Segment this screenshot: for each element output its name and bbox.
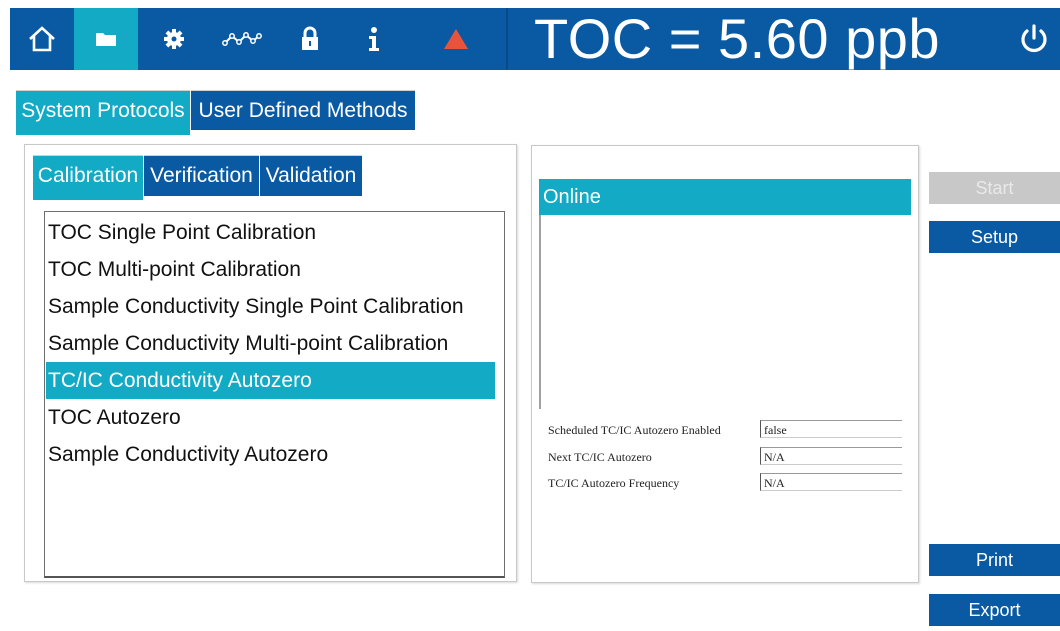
toc-readout-area: TOC = 5.60 ppb — [506, 8, 1060, 70]
home-icon — [29, 26, 55, 52]
lock-button[interactable] — [278, 8, 342, 70]
tab-underline — [16, 130, 190, 135]
property-value[interactable]: N/A — [760, 447, 902, 465]
tab-calibration[interactable]: Calibration — [33, 155, 143, 196]
list-item[interactable]: Sample Conductivity Multi-point Calibrat… — [46, 325, 495, 362]
toc-readout: TOC = 5.60 ppb — [534, 7, 940, 70]
info-button[interactable] — [342, 8, 406, 70]
settings-button[interactable] — [142, 8, 206, 70]
home-button[interactable] — [10, 8, 74, 70]
alarm-icon — [444, 29, 468, 49]
list-item[interactable]: TOC Single Point Calibration — [46, 214, 495, 251]
export-button[interactable]: Export — [929, 594, 1060, 626]
alarm-button[interactable] — [424, 8, 488, 70]
trend-icon — [222, 32, 262, 46]
property-value[interactable]: false — [760, 420, 902, 438]
tab-system-protocols[interactable]: System Protocols — [16, 90, 190, 130]
top-bar: TOC = 5.60 ppb — [10, 8, 1060, 70]
mode-list-border — [539, 215, 541, 409]
gear-icon — [164, 29, 184, 49]
mode-header[interactable]: Online — [539, 179, 911, 215]
print-button[interactable]: Print — [929, 544, 1060, 576]
list-item[interactable]: TOC Autozero — [46, 399, 495, 436]
tab-validation[interactable]: Validation — [260, 155, 362, 196]
folder-icon — [96, 33, 116, 46]
tab-user-defined-methods[interactable]: User Defined Methods — [191, 90, 415, 130]
property-value[interactable]: N/A — [760, 473, 902, 491]
info-icon — [369, 27, 379, 51]
files-button[interactable] — [74, 8, 138, 70]
trend-button[interactable] — [210, 8, 274, 70]
subtab-underline — [33, 196, 143, 200]
list-item[interactable]: Sample Conductivity Single Point Calibra… — [46, 288, 495, 325]
list-item-selected[interactable]: TC/IC Conductivity Autozero — [46, 362, 495, 399]
list-item[interactable]: TOC Multi-point Calibration — [46, 251, 495, 288]
setup-button[interactable]: Setup — [929, 221, 1060, 253]
list-item[interactable]: Sample Conductivity Autozero — [46, 436, 495, 473]
tab-verification[interactable]: Verification — [144, 155, 259, 196]
lock-icon — [302, 26, 318, 50]
property-label: TC/IC Autozero Frequency — [548, 476, 680, 490]
property-label: Scheduled TC/IC Autozero Enabled — [548, 423, 721, 437]
protocol-list[interactable]: TOC Single Point Calibration TOC Multi-p… — [44, 211, 505, 578]
start-button[interactable]: Start — [929, 172, 1060, 204]
property-label: Next TC/IC Autozero — [548, 450, 652, 464]
power-icon[interactable] — [1016, 21, 1052, 57]
